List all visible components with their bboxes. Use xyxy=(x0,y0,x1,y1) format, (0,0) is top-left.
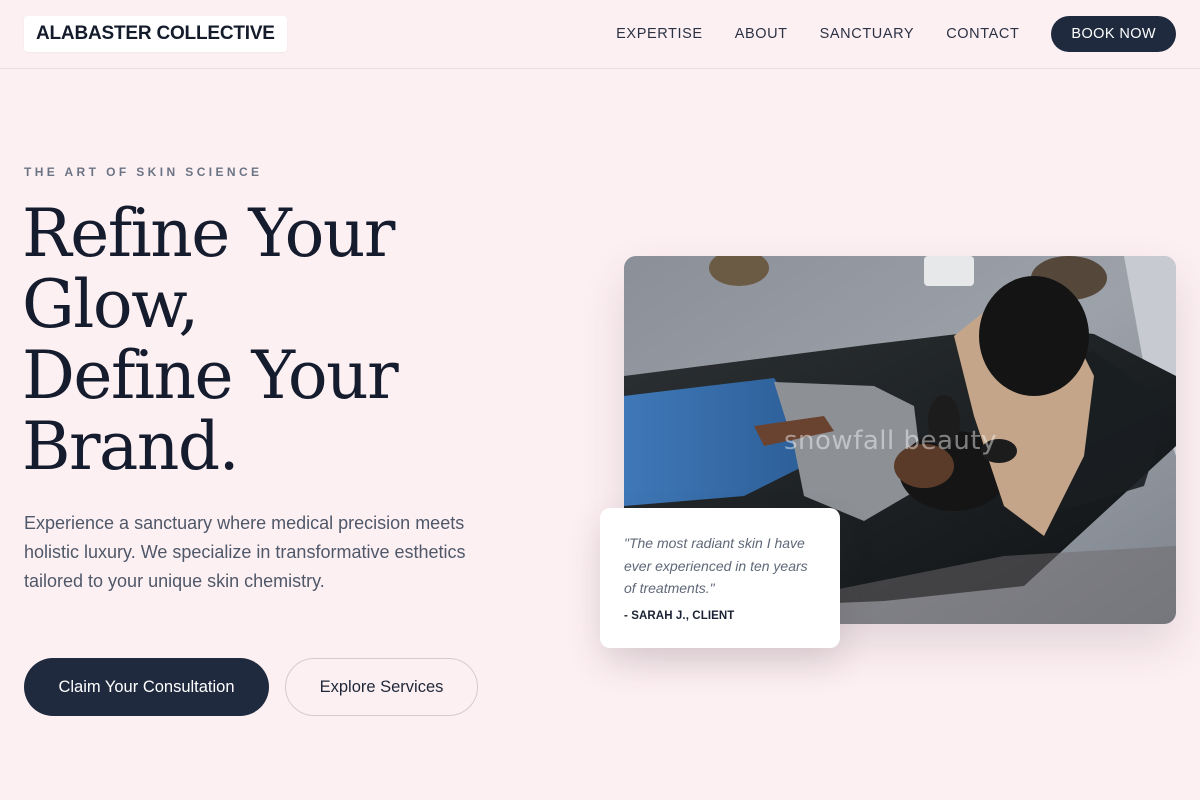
nav-link-contact[interactable]: CONTACT xyxy=(946,26,1019,42)
hero-headline: Refine Your Glow, Define Your Brand. xyxy=(22,198,542,482)
main-nav: EXPERTISE ABOUT SANCTUARY CONTACT BOOK N… xyxy=(616,16,1176,52)
explore-services-button[interactable]: Explore Services xyxy=(285,658,478,716)
headline-line: Define Your xyxy=(22,337,399,414)
hero-description: Experience a sanctuary where medical pre… xyxy=(24,513,466,591)
nav-link-sanctuary[interactable]: SANCTUARY xyxy=(820,26,915,42)
testimonial-card: "The most radiant skin I have ever exper… xyxy=(600,508,840,648)
nav-link-expertise[interactable]: EXPERTISE xyxy=(616,26,703,42)
testimonial-author: - SARAH J., CLIENT xyxy=(624,609,735,622)
book-now-button[interactable]: BOOK NOW xyxy=(1051,16,1176,52)
claim-consultation-button[interactable]: Claim Your Consultation xyxy=(24,658,269,716)
testimonial-quote: "The most radiant skin I have ever exper… xyxy=(624,535,808,596)
headline-line: Brand. xyxy=(22,408,240,485)
brand-logo[interactable]: ALABASTER COLLECTIVE xyxy=(24,16,287,52)
site-header: ALABASTER COLLECTIVE EXPERTISE ABOUT SAN… xyxy=(0,0,1200,69)
headline-line: Glow, xyxy=(22,266,199,343)
image-watermark: snowfall beauty xyxy=(784,426,997,456)
nav-link-about[interactable]: ABOUT xyxy=(735,26,788,42)
headline-line: Refine Your xyxy=(22,195,395,272)
hero-eyebrow: THE ART OF SKIN SCIENCE xyxy=(24,165,263,179)
